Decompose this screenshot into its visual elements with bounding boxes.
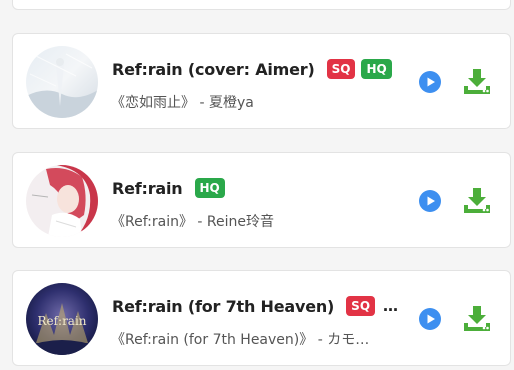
song-title-row: Ref:rain (cover: Aimer) SQ HQ [112,57,392,81]
download-icon [464,69,490,94]
song-subtitle: 《恋如雨止》 - 夏橙ya [111,95,254,111]
song-title-row: Ref:rain HQ [112,176,225,200]
play-button[interactable] [418,307,442,331]
song-title[interactable]: Ref:rain (cover: Aimer) [112,60,315,79]
play-circle-icon [419,308,441,330]
download-button[interactable] [463,187,491,213]
hq-badge: HQ [361,59,392,79]
download-icon [464,188,490,213]
song-card[interactable]: Ref:rain (cover: Aimer) SQ HQ 《恋如雨止》 - 夏… [12,33,511,129]
song-card[interactable]: Ref:rain HQ 《Ref:rain》 - Reine玲音 [12,152,511,248]
song-card[interactable]: Ref:rain Ref:rain (for 7th Heaven) SQ … … [12,270,511,366]
cover-title-text: Ref:rain [37,314,86,328]
album-cover: Ref:rain [26,283,98,355]
album-cover [26,165,98,237]
song-title[interactable]: Ref:rain (for 7th Heaven) [112,297,334,316]
play-button[interactable] [418,70,442,94]
album-cover [26,46,98,118]
song-title-row: Ref:rain (for 7th Heaven) SQ … [112,294,398,318]
download-button[interactable] [463,68,491,94]
play-circle-icon [419,190,441,212]
sq-badge: SQ [326,59,356,79]
play-button[interactable] [418,189,442,213]
song-subtitle: 《Ref:rain》 - Reine玲音 [111,214,274,230]
download-icon [464,306,490,331]
download-button[interactable] [463,305,491,331]
hq-badge: HQ [194,178,225,198]
sq-badge: SQ [346,296,376,316]
play-circle-icon [419,71,441,93]
title-overflow-ellipsis: … [383,297,399,315]
song-subtitle: 《Ref:rain (for 7th Heaven)》 - カモ… [111,332,370,348]
song-list: Ref:rain (cover: Aimer) SQ HQ 《恋如雨止》 - 夏… [0,0,514,370]
song-title[interactable]: Ref:rain [112,179,183,198]
song-card-partial[interactable] [12,0,511,10]
